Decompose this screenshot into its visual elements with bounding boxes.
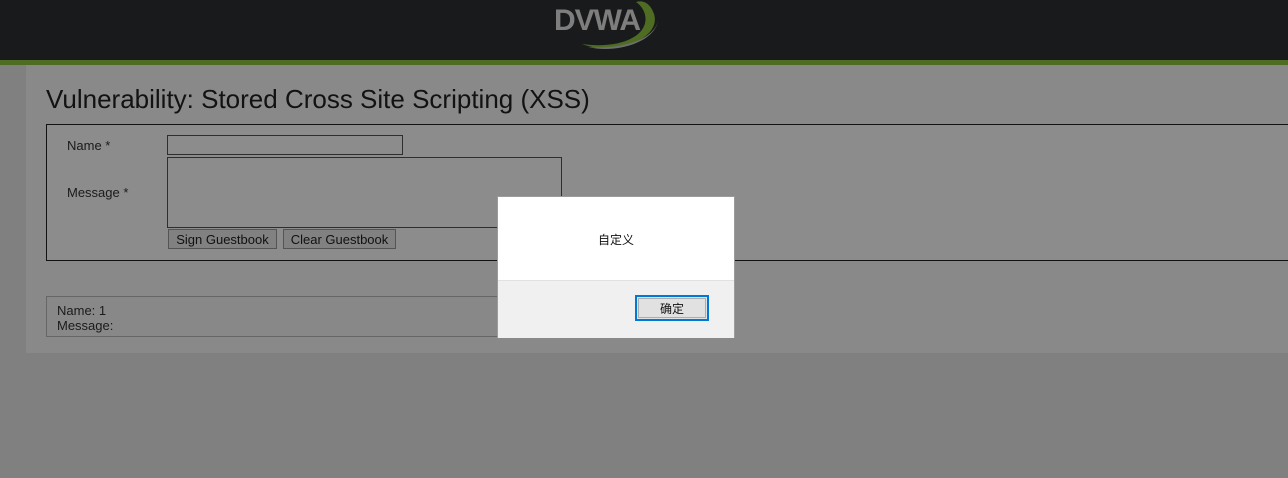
alert-footer: 确定 [498,280,734,338]
alert-message: 自定义 [597,233,634,247]
alert-dialog: 自定义 确定 [497,196,735,338]
ok-button-focus-ring [638,298,706,318]
ok-button[interactable]: 确定 [635,295,709,321]
